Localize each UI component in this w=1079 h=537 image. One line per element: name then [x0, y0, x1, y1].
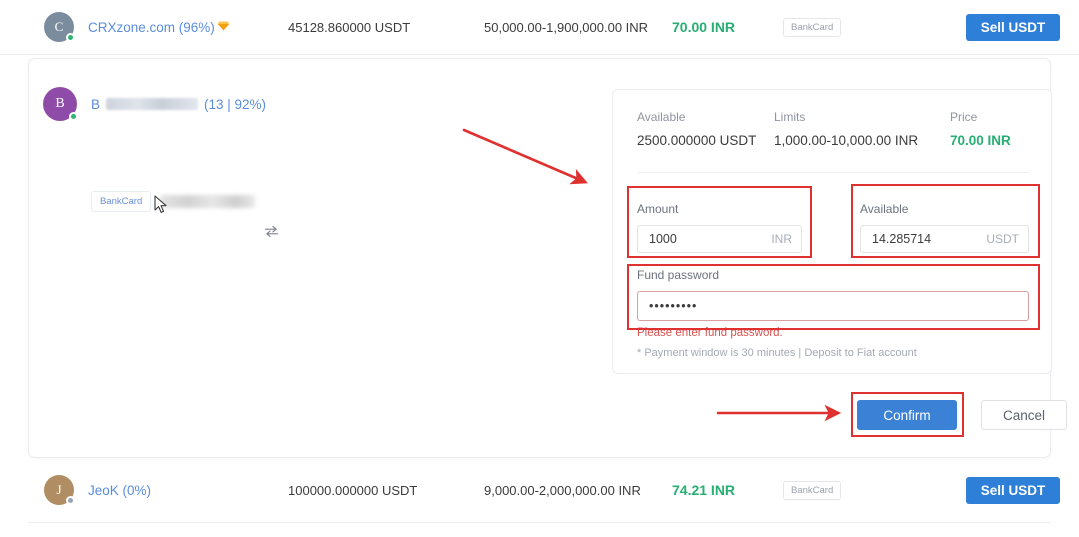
merchant-name-prefix: B — [91, 97, 100, 112]
offer-payment-methods: BankCard — [783, 0, 841, 54]
merchant-name-link[interactable]: CRXzone.com (96%) — [88, 20, 215, 35]
offer-action[interactable]: Sell USDT — [966, 463, 1060, 517]
confirm-button[interactable]: Confirm — [857, 400, 957, 430]
avatar: J — [44, 475, 74, 505]
receive-input-wrapper[interactable]: USDT — [860, 225, 1029, 253]
swap-horizontal-icon[interactable] — [264, 225, 279, 242]
receive-unit: USDT — [986, 232, 1019, 246]
amount-input-wrapper[interactable]: INR — [637, 225, 802, 253]
summary-item-available: Available 2500.000000 USDT — [637, 110, 756, 148]
status-dot-online — [66, 33, 75, 42]
fund-password-input-wrapper[interactable] — [637, 291, 1029, 321]
amount-input[interactable] — [647, 231, 765, 247]
summary-item-limits: Limits 1,000.00-10,000.00 INR — [774, 110, 918, 148]
order-note: * Payment window is 30 minutes | Deposit… — [637, 347, 1029, 359]
offer-row[interactable]: C CRXzone.com (96%) 45128.860000 USDT 50… — [0, 0, 1079, 55]
merchant-stats: (13 | 92%) — [204, 97, 266, 112]
avatar-letter: J — [56, 482, 61, 498]
offer-row[interactable]: J JeoK (0%) 100000.000000 USDT 9,000.00-… — [0, 463, 1079, 517]
offer-limits: 50,000.00-1,900,000.00 INR — [484, 0, 648, 54]
receive-label: Available — [860, 202, 1029, 216]
offer-merchant[interactable]: C CRXzone.com (96%) — [44, 0, 230, 54]
expanded-merchant[interactable]: B B (13 | 92%) — [43, 87, 266, 121]
order-summary: Available 2500.000000 USDT Limits 1,000.… — [637, 110, 1029, 173]
summary-value: 1,000.00-10,000.00 INR — [774, 133, 918, 148]
summary-item-price: Price 70.00 INR — [950, 110, 1011, 148]
order-form-box: Available 2500.000000 USDT Limits 1,000.… — [612, 89, 1052, 374]
offer-available: 100000.000000 USDT — [288, 463, 417, 517]
expanded-offer-card: B B (13 | 92%) BankCard Available 2500.00… — [28, 58, 1051, 458]
offer-price: 70.00 INR — [672, 0, 735, 54]
amount-field-group: Amount INR — [637, 202, 802, 253]
sell-usdt-button[interactable]: Sell USDT — [966, 477, 1060, 504]
avatar-letter: C — [55, 19, 64, 35]
offer-price: 74.21 INR — [672, 463, 735, 517]
status-dot-offline — [66, 496, 75, 505]
merchant-name-redacted — [106, 98, 198, 110]
avatar: C — [44, 12, 74, 42]
offer-limits: 9,000.00-2,000,000.00 INR — [484, 463, 641, 517]
sell-usdt-button[interactable]: Sell USDT — [966, 14, 1060, 41]
payment-tag-bankcard: BankCard — [783, 18, 841, 37]
mouse-pointer-icon — [153, 195, 169, 215]
summary-label: Limits — [774, 110, 918, 124]
receive-input[interactable] — [870, 231, 980, 247]
fund-password-label: Fund password — [637, 268, 1029, 282]
merchant-name-link[interactable]: JeoK (0%) — [88, 483, 151, 498]
avatar: B — [43, 87, 77, 121]
summary-value: 2500.000000 USDT — [637, 133, 756, 148]
offer-payment-methods: BankCard — [783, 463, 841, 517]
amount-label: Amount — [637, 202, 802, 216]
payment-detail-redacted — [160, 195, 255, 208]
summary-label: Price — [950, 110, 1011, 124]
amount-unit: INR — [771, 232, 792, 246]
receive-field-group: Available USDT — [860, 202, 1029, 253]
fund-password-group: Fund password Please enter fund password… — [637, 268, 1029, 359]
summary-label: Available — [637, 110, 756, 124]
summary-value: 70.00 INR — [950, 133, 1011, 148]
avatar-letter: B — [55, 96, 64, 112]
merchant-name-link[interactable]: B (13 | 92%) — [91, 97, 266, 112]
status-dot-online — [69, 112, 78, 121]
fund-password-input[interactable] — [647, 298, 1019, 314]
gem-icon — [217, 19, 230, 35]
payment-tag-bankcard: BankCard — [783, 481, 841, 500]
offer-merchant[interactable]: J JeoK (0%) — [44, 463, 151, 517]
list-divider — [28, 522, 1051, 523]
payment-tag-bankcard[interactable]: BankCard — [91, 191, 151, 212]
offer-action[interactable]: Sell USDT — [966, 0, 1060, 54]
p2p-offer-list-page: C CRXzone.com (96%) 45128.860000 USDT 50… — [0, 0, 1079, 537]
fund-password-error: Please enter fund password. — [637, 327, 1029, 339]
cancel-button[interactable]: Cancel — [981, 400, 1067, 430]
order-actions: Confirm Cancel — [857, 400, 1067, 430]
offer-available: 45128.860000 USDT — [288, 0, 410, 54]
expanded-payment-methods[interactable]: BankCard — [91, 191, 255, 212]
